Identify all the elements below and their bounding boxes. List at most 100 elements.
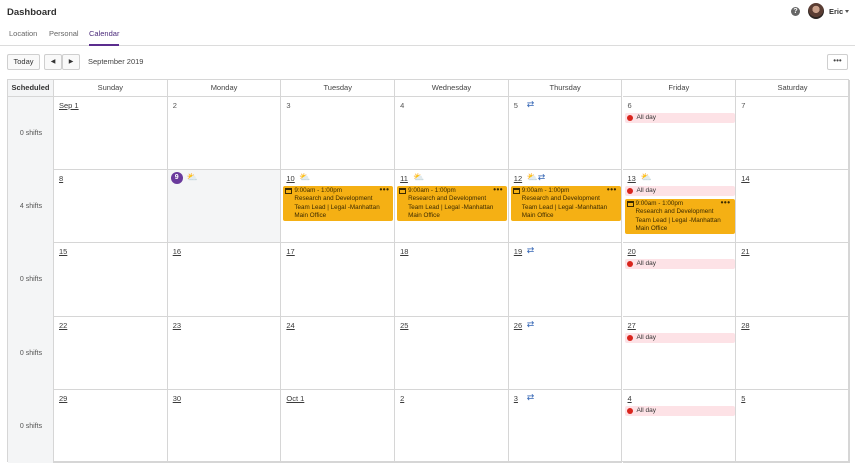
weather-icon[interactable]: ⛅ (413, 172, 424, 183)
more-icon[interactable]: ••• (493, 185, 503, 194)
tab-location[interactable]: Location (9, 29, 37, 46)
more-options-button[interactable]: ••• (827, 54, 848, 70)
day-number[interactable]: 12 (514, 174, 522, 183)
day-number[interactable]: 5 (741, 394, 745, 403)
swap-icon[interactable]: ⇄ (527, 392, 538, 403)
day-number[interactable]: 30 (173, 394, 181, 403)
day-cell[interactable]: 3 ⇄ (508, 389, 623, 463)
day-number[interactable]: 2 (400, 394, 404, 403)
day-cell[interactable]: 3 (281, 97, 396, 171)
all-day-event[interactable]: All day (624, 332, 735, 343)
day-number[interactable]: 3 (514, 394, 518, 403)
user-name[interactable]: Eric (829, 7, 843, 16)
weather-icon[interactable]: ⛅ (299, 172, 310, 183)
day-number[interactable]: 17 (286, 247, 294, 256)
swap-icon[interactable]: ⇄ (527, 319, 538, 330)
tab-personal[interactable]: Personal (49, 29, 79, 46)
weather-icon[interactable]: ⛅ (187, 172, 198, 183)
day-cell[interactable]: 29 (54, 389, 168, 463)
day-cell[interactable]: 18 (395, 243, 509, 317)
day-number[interactable]: 28 (741, 321, 749, 330)
day-number[interactable]: 23 (173, 321, 181, 330)
shift-card[interactable]: ••• 9:00am - 1:00pm Research and Developme… (510, 185, 621, 222)
day-cell[interactable]: 10 ⛅ ••• 9:00am - 1:00pm Research and Develo… (281, 170, 396, 244)
all-day-event[interactable]: All day (624, 113, 735, 123)
more-icon[interactable]: ••• (379, 185, 389, 194)
today-button[interactable]: Today (7, 54, 40, 70)
day-cell[interactable]: 11 ⛅ ••• 9:00am - 1:00pm Research and Develo… (395, 170, 509, 244)
day-number[interactable]: Sep 1 (59, 101, 79, 110)
day-cell[interactable]: 24 (281, 316, 396, 390)
day-cell[interactable]: 21 (736, 243, 850, 317)
prev-month-button[interactable]: ◀ (44, 54, 62, 70)
next-month-button[interactable]: ▶ (62, 54, 80, 70)
day-cell[interactable]: 12 ⛅ ⇄ ••• 9:00am - 1:00pm Research and Devel… (508, 170, 623, 244)
day-cell[interactable]: 2 (395, 389, 509, 463)
day-number[interactable]: Oct 1 (286, 394, 304, 403)
day-cell[interactable]: 27 All day (622, 316, 737, 390)
day-number[interactable]: 8 (59, 174, 63, 183)
day-number[interactable]: 7 (741, 101, 745, 110)
day-cell[interactable]: 16 (167, 243, 282, 317)
swap-icon[interactable]: ⇄ (527, 99, 538, 110)
day-cell[interactable]: 14 (736, 170, 850, 244)
day-cell[interactable]: 7 (736, 97, 850, 171)
avatar[interactable] (808, 3, 824, 19)
day-number[interactable]: 19 (514, 247, 522, 256)
day-number[interactable]: 10 (286, 174, 294, 183)
more-icon[interactable]: ••• (607, 185, 617, 194)
weather-icon[interactable]: ⛅ (527, 172, 538, 183)
day-cell[interactable]: 28 (736, 316, 850, 390)
day-cell[interactable]: 5 (736, 389, 850, 463)
all-day-event[interactable]: All day (624, 186, 735, 197)
day-number[interactable]: 29 (59, 394, 67, 403)
day-cell[interactable]: 13 ⛅ All day ••• 9:00am - 1:00pm Research and… (622, 170, 737, 244)
day-number[interactable]: 25 (400, 321, 408, 330)
day-number[interactable]: 21 (741, 247, 749, 256)
day-number[interactable]: 3 (286, 101, 290, 110)
day-cell[interactable]: 15 (54, 243, 168, 317)
shift-card[interactable]: ••• 9:00am - 1:00pm Research and Developme… (624, 198, 735, 235)
day-number[interactable]: 5 (514, 101, 518, 110)
chevron-down-icon[interactable] (845, 10, 849, 13)
weather-icon[interactable]: ⛅ (641, 172, 652, 183)
day-number[interactable]: 4 (400, 101, 404, 110)
day-number[interactable]: 2 (173, 101, 177, 110)
today-marker[interactable]: 9 (170, 172, 183, 185)
day-cell[interactable]: 6 All day (622, 97, 737, 171)
day-cell[interactable]: Oct 1 (281, 389, 396, 463)
day-number[interactable]: 24 (286, 321, 294, 330)
day-cell[interactable]: 9 ⛅ (167, 170, 282, 244)
day-number[interactable]: 20 (628, 247, 636, 256)
swap-icon[interactable]: ⇄ (538, 172, 549, 183)
day-cell[interactable]: 26 ⇄ (508, 316, 623, 390)
help-icon[interactable]: ? (791, 7, 800, 16)
day-cell[interactable]: 5 ⇄ (508, 97, 623, 171)
day-cell[interactable]: 8 (54, 170, 168, 244)
day-number[interactable]: 18 (400, 247, 408, 256)
day-number[interactable]: 4 (628, 394, 632, 403)
day-cell[interactable]: 2 (167, 97, 282, 171)
day-cell[interactable]: 4 All day (622, 389, 737, 463)
all-day-event[interactable]: All day (624, 259, 735, 270)
day-cell[interactable]: 17 (281, 243, 396, 317)
shift-card[interactable]: ••• 9:00am - 1:00pm Research and Developme… (397, 185, 508, 222)
day-number[interactable]: 14 (741, 174, 749, 183)
swap-icon[interactable]: ⇄ (527, 245, 538, 256)
more-icon[interactable]: ••• (721, 198, 731, 207)
day-cell[interactable]: 30 (167, 389, 282, 463)
day-cell[interactable]: 19 ⇄ (508, 243, 623, 317)
day-cell[interactable]: 23 (167, 316, 282, 390)
day-number[interactable]: 11 (400, 174, 408, 183)
all-day-event[interactable]: All day (624, 405, 735, 416)
day-number[interactable]: 6 (628, 101, 632, 110)
day-cell[interactable]: 25 (395, 316, 509, 390)
day-number[interactable]: 26 (514, 321, 522, 330)
day-number[interactable]: 15 (59, 247, 67, 256)
day-cell[interactable]: 4 (395, 97, 509, 171)
day-number[interactable]: 16 (173, 247, 181, 256)
day-number[interactable]: 27 (628, 321, 636, 330)
day-cell[interactable]: 22 (54, 316, 168, 390)
day-cell[interactable]: Sep 1 (54, 97, 168, 171)
day-number[interactable]: 22 (59, 321, 67, 330)
